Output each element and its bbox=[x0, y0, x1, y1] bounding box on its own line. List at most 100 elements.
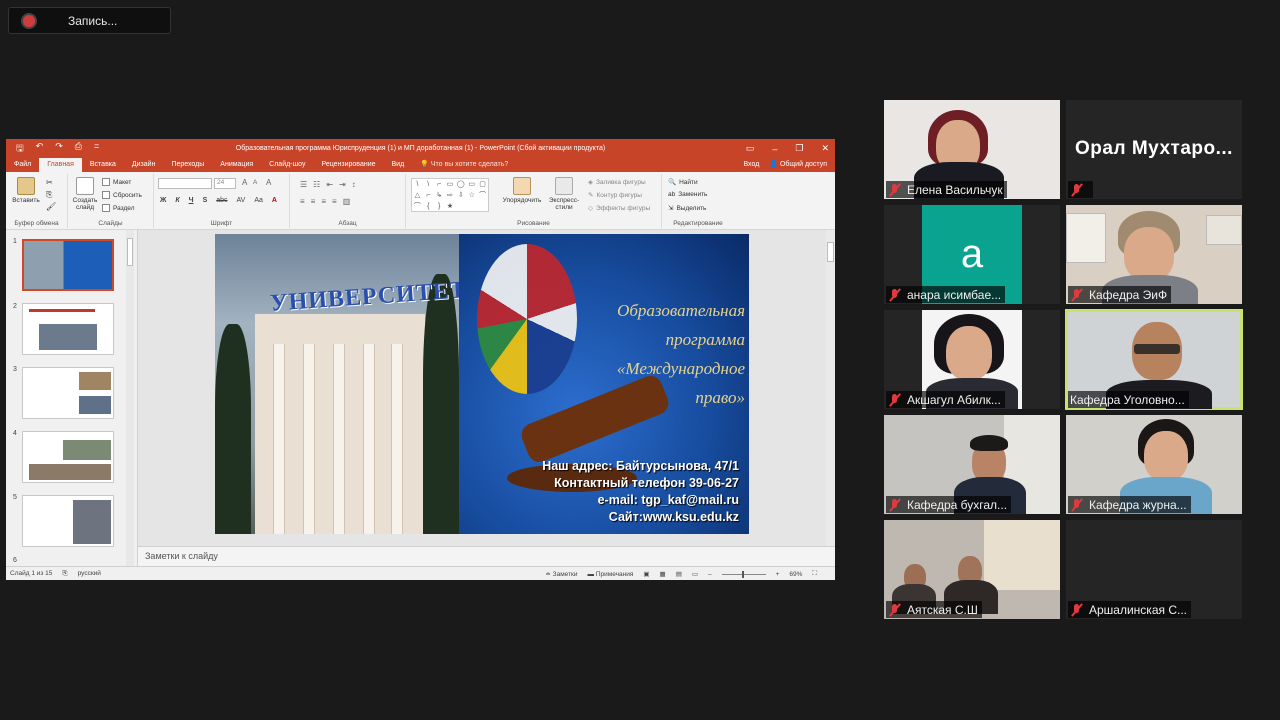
tab-insert[interactable]: Вставка bbox=[82, 158, 124, 172]
align-right-icon[interactable]: ≡ bbox=[321, 197, 326, 206]
tab-view[interactable]: Вид bbox=[384, 158, 413, 172]
reading-view-icon[interactable]: ▤ bbox=[676, 570, 682, 578]
participant-tile[interactable]: Акшагул Абилк... bbox=[884, 310, 1060, 409]
slideshow-view-icon[interactable]: ▭ bbox=[692, 570, 698, 578]
bold-button[interactable]: Ж bbox=[160, 197, 166, 204]
strikethrough-button[interactable]: abc bbox=[216, 197, 227, 204]
justify-icon[interactable]: ≡ bbox=[332, 197, 337, 206]
clear-format-icon[interactable]: A bbox=[266, 178, 271, 187]
qat-menu-icon[interactable]: = bbox=[94, 141, 99, 157]
shadow-button[interactable]: S bbox=[203, 197, 208, 204]
notes-pane[interactable]: Заметки к слайду bbox=[138, 546, 835, 566]
font-name-field[interactable] bbox=[158, 178, 212, 189]
tab-transitions[interactable]: Переходы bbox=[163, 158, 212, 172]
zoom-out-icon[interactable]: – bbox=[708, 571, 712, 578]
tab-slideshow[interactable]: Слайд-шоу bbox=[261, 158, 313, 172]
login-link[interactable]: Вход bbox=[743, 158, 759, 172]
normal-view-icon[interactable]: ▣ bbox=[643, 570, 649, 578]
tell-me-search[interactable]: 💡 Что вы хотите сделать? bbox=[420, 158, 508, 172]
zoom-level[interactable]: 69% bbox=[789, 571, 802, 578]
participant-tile[interactable]: Елена Васильчук bbox=[884, 100, 1060, 199]
participant-tile[interactable]: Кафедра бухгал... bbox=[884, 415, 1060, 514]
participant-tile[interactable]: Аршалинская С... bbox=[1066, 520, 1242, 619]
replace-button[interactable]: ab Заменить bbox=[668, 191, 707, 198]
spellcheck-icon[interactable]: ⎘ bbox=[62, 570, 67, 578]
align-center-icon[interactable]: ≡ bbox=[311, 197, 316, 206]
phone-line: Контактный телефон 39-06-27 bbox=[554, 476, 739, 490]
change-case-button[interactable]: Aa bbox=[254, 197, 263, 204]
shape-effects-button[interactable]: ◇ Эффекты фигуры bbox=[588, 204, 650, 213]
thumbnails-scrollbar[interactable] bbox=[126, 230, 134, 566]
align-left-icon[interactable]: ≡ bbox=[300, 197, 305, 206]
participant-display-name: Орал Мухтаро... bbox=[1075, 138, 1233, 159]
face bbox=[946, 326, 992, 380]
slide-thumbnail[interactable] bbox=[22, 367, 114, 419]
slide-thumbnail[interactable] bbox=[22, 431, 114, 483]
arrange-button[interactable]: Упорядочить bbox=[502, 177, 542, 204]
tab-file[interactable]: Файл bbox=[6, 158, 39, 172]
zoom-slider[interactable] bbox=[721, 570, 766, 578]
participant-tile[interactable]: Кафедра журна... bbox=[1066, 415, 1242, 514]
new-slide-button[interactable]: Создать слайд bbox=[70, 177, 100, 211]
numbering-icon[interactable]: ☷ bbox=[313, 180, 320, 189]
layout-button[interactable]: Макет bbox=[102, 178, 131, 186]
shape-outline-button[interactable]: ✎ Контур фигуры bbox=[588, 191, 642, 200]
font-size-field[interactable]: 24 bbox=[214, 178, 236, 189]
participant-tile-active-speaker[interactable]: Кафедра Уголовно... bbox=[1065, 309, 1243, 410]
grow-font-icon[interactable]: A bbox=[242, 178, 247, 187]
sorter-view-icon[interactable]: ▦ bbox=[660, 570, 666, 578]
minimize-button[interactable]: – bbox=[772, 144, 777, 154]
font-color-button[interactable]: A bbox=[272, 197, 277, 204]
print-icon[interactable]: ⎙ bbox=[75, 141, 82, 157]
ribbon-display-icon[interactable]: ▭ bbox=[746, 143, 755, 154]
quick-styles-button[interactable]: Экспресс-стили bbox=[544, 177, 584, 211]
shrink-font-icon[interactable]: A bbox=[253, 179, 257, 186]
tab-home[interactable]: Главная bbox=[39, 158, 82, 172]
find-button[interactable]: 🔍 Найти bbox=[668, 178, 698, 187]
slide-scrollbar[interactable] bbox=[826, 230, 835, 546]
bullets-icon[interactable]: ☰ bbox=[300, 180, 307, 189]
close-button[interactable]: ✕ bbox=[821, 143, 829, 154]
columns-icon[interactable]: ▥ bbox=[343, 197, 351, 206]
lightbulb-icon: 💡 bbox=[420, 161, 431, 168]
italic-button[interactable]: К bbox=[175, 197, 179, 204]
select-button[interactable]: ⇲ Выделить bbox=[668, 204, 706, 213]
comments-toggle[interactable]: ▬ Примечания bbox=[588, 571, 634, 578]
shapes-gallery[interactable]: \ \ ⌐ ▭ ◯ ▭ ▢ △ ⌐ ↳ ⇨ ⇩ ☆ ⌒ ⌒{} ★ bbox=[411, 178, 489, 212]
share-button[interactable]: 👤 Общий доступ bbox=[769, 158, 827, 172]
increase-indent-icon[interactable]: ⇥ bbox=[339, 180, 346, 189]
redo-icon[interactable]: ↷ bbox=[55, 141, 63, 157]
thumbnails-scroll-thumb[interactable] bbox=[127, 238, 133, 266]
reset-button[interactable]: Сбросить bbox=[102, 191, 142, 199]
underline-button[interactable]: Ч bbox=[189, 197, 194, 204]
slide-thumbnail[interactable] bbox=[22, 495, 114, 547]
format-painter-icon[interactable]: 🖌 bbox=[46, 202, 56, 211]
current-slide[interactable]: УНИВЕРСИТЕТ Образовательная программа «М… bbox=[215, 234, 749, 534]
slide-thumbnail[interactable] bbox=[22, 239, 114, 291]
tab-animations[interactable]: Анимация bbox=[212, 158, 261, 172]
cut-icon[interactable]: ✂ bbox=[46, 178, 53, 187]
notes-toggle[interactable]: ≐ Заметки bbox=[545, 570, 577, 578]
shape-fill-button[interactable]: ◈ Заливка фигуры bbox=[588, 178, 646, 187]
slide-scroll-thumb[interactable] bbox=[827, 242, 834, 262]
decrease-indent-icon[interactable]: ⇤ bbox=[326, 180, 333, 189]
participant-tile[interactable]: Орал Мухтаро... bbox=[1066, 100, 1242, 199]
restore-button[interactable]: ❐ bbox=[795, 143, 803, 154]
tab-design[interactable]: Дизайн bbox=[124, 158, 164, 172]
copy-icon[interactable]: ⎘ bbox=[46, 190, 52, 200]
zoom-in-icon[interactable]: + bbox=[776, 571, 780, 578]
save-icon[interactable]: 🖫 bbox=[16, 141, 24, 157]
fit-slide-icon[interactable]: ⛶ bbox=[812, 570, 817, 578]
recording-indicator[interactable]: Запись... bbox=[8, 7, 171, 34]
language-indicator[interactable]: русский bbox=[78, 570, 101, 578]
undo-icon[interactable]: ↶ bbox=[36, 141, 44, 157]
participant-tile[interactable]: a анара исимбае... bbox=[884, 205, 1060, 304]
slide-thumbnail[interactable] bbox=[22, 303, 114, 355]
participant-tile[interactable]: Кафедра ЭиФ bbox=[1066, 205, 1242, 304]
paste-button[interactable]: Вставить bbox=[10, 177, 42, 204]
tab-review[interactable]: Рецензирование bbox=[313, 158, 383, 172]
participant-tile[interactable]: Аятская С.Ш bbox=[884, 520, 1060, 619]
section-button[interactable]: Раздел bbox=[102, 204, 134, 212]
line-spacing-icon[interactable]: ↕ bbox=[352, 180, 356, 189]
spacing-button[interactable]: AV bbox=[237, 197, 246, 204]
